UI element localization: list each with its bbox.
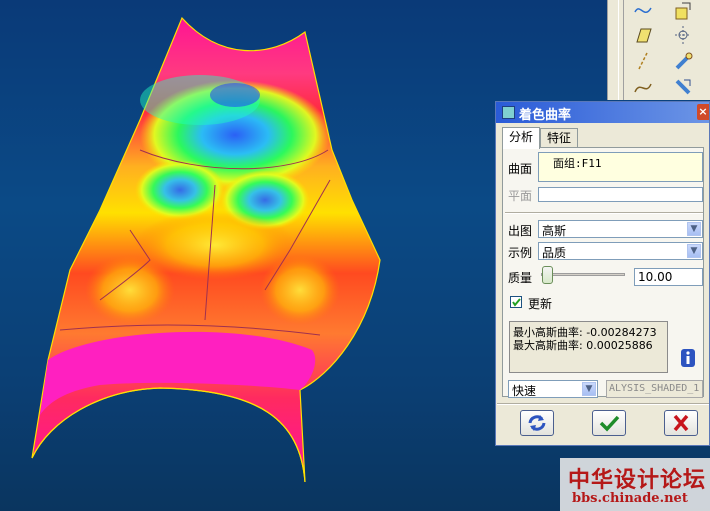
output-select[interactable]: 高斯 ▼ — [538, 220, 703, 238]
repeat-button[interactable] — [520, 410, 554, 436]
datum-curve-icon[interactable] — [632, 76, 654, 98]
dialog-title: 着色曲率 — [519, 108, 572, 123]
surface-collector[interactable]: 面组:F11 — [538, 152, 703, 182]
display-value: 品质 — [542, 246, 567, 260]
plane-collector[interactable] — [538, 187, 703, 202]
analysis-name-value: ALYSIS_SHADED_1 — [609, 383, 700, 394]
mode-select[interactable]: 快速 ▼ — [508, 380, 598, 398]
close-icon[interactable]: × — [697, 104, 709, 120]
mode-value: 快速 — [512, 384, 537, 398]
surface-label: 曲面 — [508, 162, 533, 176]
chevron-down-icon[interactable]: ▼ — [687, 222, 701, 236]
chevron-down-icon[interactable]: ▼ — [687, 244, 701, 258]
divider — [497, 403, 709, 405]
update-label: 更新 — [528, 297, 553, 311]
update-checkbox[interactable] — [510, 296, 522, 308]
watermark-url: bbs.chinade.net — [572, 491, 688, 506]
feature-toolbar — [607, 0, 710, 100]
refresh-icon — [528, 415, 546, 431]
tab-analysis[interactable]: 分析 — [502, 127, 541, 149]
analysis-icon — [502, 106, 515, 119]
quality-input[interactable]: 10.00 — [634, 268, 703, 286]
plane-label: 平面 — [508, 189, 533, 203]
datum-axis-icon[interactable] — [672, 24, 694, 46]
tab-feature[interactable]: 特征 — [540, 128, 579, 148]
ok-button[interactable] — [592, 410, 626, 436]
info-icon[interactable] — [680, 348, 696, 368]
results-panel: 最小高斯曲率: -0.00284273 最大高斯曲率: 0.00025886 — [509, 321, 668, 373]
output-value: 高斯 — [542, 224, 567, 238]
divider — [505, 212, 703, 214]
chevron-down-icon[interactable]: ▼ — [582, 382, 596, 396]
datum-line-icon[interactable] — [632, 50, 654, 72]
close-icon — [673, 414, 689, 432]
sketch-curve-icon[interactable] — [632, 0, 654, 22]
check-icon — [599, 415, 620, 432]
quality-slider-track[interactable] — [541, 273, 625, 276]
watermark: 中华设计论坛 bbs.chinade.net — [560, 458, 710, 511]
output-label: 出图 — [508, 224, 533, 238]
analysis-name-field[interactable]: ALYSIS_SHADED_1 — [606, 380, 703, 398]
datum-csys-icon[interactable] — [672, 0, 694, 22]
dialog-titlebar[interactable]: 着色曲率 × — [496, 102, 709, 123]
watermark-title: 中华设计论坛 — [568, 467, 707, 493]
datum-point-icon[interactable] — [672, 50, 694, 72]
check-icon — [512, 298, 521, 307]
surface-value: 面组:F11 — [553, 157, 602, 170]
quality-label: 质量 — [508, 271, 533, 285]
datum-analysis-icon[interactable] — [672, 76, 694, 98]
display-select[interactable]: 品质 ▼ — [538, 242, 703, 260]
quality-value: 10.00 — [638, 270, 673, 284]
max-curvature: 最大高斯曲率: 0.00025886 — [513, 339, 653, 352]
datum-plane-icon[interactable] — [632, 24, 654, 46]
quality-slider-thumb[interactable] — [542, 266, 553, 284]
cancel-button[interactable] — [664, 410, 698, 436]
display-label: 示例 — [508, 246, 533, 260]
